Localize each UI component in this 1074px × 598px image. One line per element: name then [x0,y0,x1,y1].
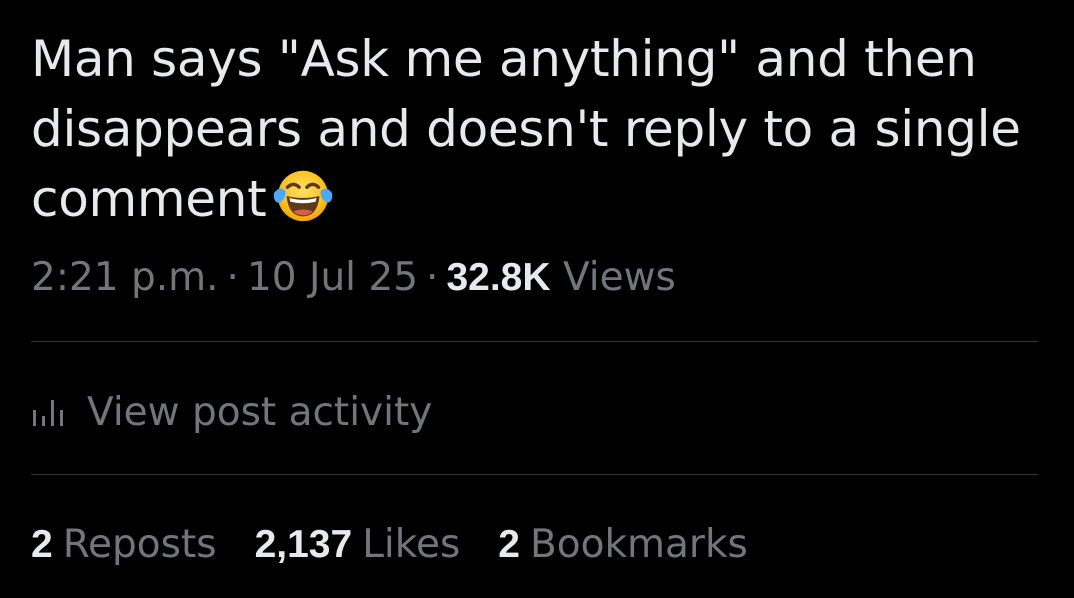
post-time[interactable]: 2:21 p.m. [31,255,219,300]
reposts-label: Reposts [62,522,217,567]
reposts-count: 2 [31,523,53,566]
view-post-activity-link[interactable]: View post activity [31,385,432,439]
divider [31,341,1038,342]
views-count: 32.8K [446,256,551,299]
tears-of-joy-emoji-icon [274,170,333,222]
likes-label: Likes [362,522,461,567]
reposts-stat[interactable]: 2 Reposts [31,518,217,572]
bookmarks-count: 2 [498,523,520,566]
tweet-body: Man says "Ask me anything" and then disa… [31,30,1021,228]
likes-count: 2,137 [254,523,353,566]
views-label: Views [562,255,676,300]
tweet-text: Man says "Ask me anything" and then disa… [31,24,1041,234]
view-post-activity-label: View post activity [87,389,433,435]
bookmarks-stat[interactable]: 2 Bookmarks [498,518,748,572]
likes-stat[interactable]: 2,137 Likes [255,518,461,572]
engagement-stats: 2 Reposts 2,137 Likes 2 Bookmarks [31,518,786,572]
divider [31,474,1038,475]
bookmarks-label: Bookmarks [529,522,748,567]
meta-separator: · [426,255,439,300]
post-date[interactable]: 10 Jul 25 [247,255,418,300]
analytics-bars-icon [33,400,63,426]
meta-separator: · [226,255,239,300]
tweet-meta: 2:21 p.m. · 10 Jul 25 · 32.8K Views [31,252,676,304]
